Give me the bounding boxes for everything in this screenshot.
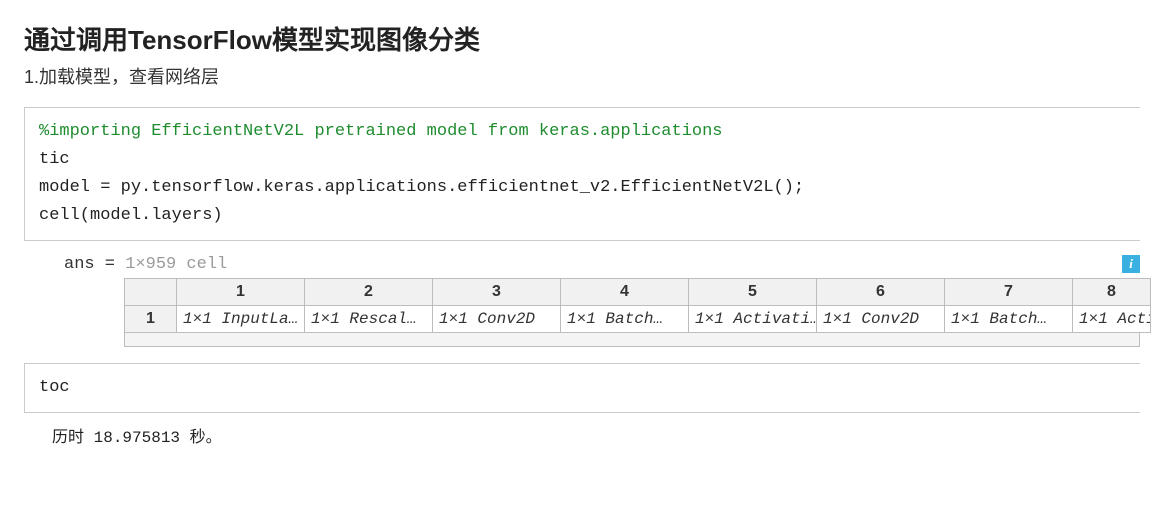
cell-value[interactable]: 1×1 Batch… [561, 306, 689, 333]
col-header[interactable]: 1 [177, 279, 305, 306]
code-line: cell(model.layers) [39, 206, 223, 225]
timing-output: 历时 18.975813 秒。 [52, 423, 1140, 447]
col-header[interactable]: 4 [561, 279, 689, 306]
cell-value[interactable]: 1×1 Rescal… [305, 306, 433, 333]
col-header[interactable]: 8 [1073, 279, 1151, 306]
page-title: 通过调用TensorFlow模型实现图像分类 [24, 20, 1140, 57]
cell-value[interactable]: 1×1 Activ [1073, 306, 1151, 333]
code-line: tic [39, 150, 70, 169]
code-cell-2[interactable]: toc [24, 363, 1140, 413]
table-corner [125, 279, 177, 306]
section-subtitle: 1.加载模型，查看网络层 [24, 63, 1140, 89]
code-comment: %importing EfficientNetV2L pretrained mo… [39, 122, 723, 141]
code-line: model = py.tensorflow.keras.applications… [39, 178, 804, 197]
col-header[interactable]: 2 [305, 279, 433, 306]
table-header-row: 1 2 3 4 5 6 7 8 [125, 279, 1151, 306]
col-header[interactable]: 6 [817, 279, 945, 306]
code-cell-1[interactable]: %importing EfficientNetV2L pretrained mo… [24, 107, 1140, 241]
col-header[interactable]: 7 [945, 279, 1073, 306]
cell-value[interactable]: 1×1 Activati… [689, 306, 817, 333]
col-header[interactable]: 3 [433, 279, 561, 306]
cell-value[interactable]: 1×1 Batch… [945, 306, 1073, 333]
output-area: i ans = 1×959 cell 1 2 3 4 5 6 7 8 1 [64, 255, 1140, 347]
code-line: toc [39, 378, 70, 397]
cell-array-table[interactable]: 1 2 3 4 5 6 7 8 1 1×1 InputLa… 1×1 Resca… [124, 278, 1151, 333]
cell-value[interactable]: 1×1 Conv2D [817, 306, 945, 333]
cell-value[interactable]: 1×1 Conv2D [433, 306, 561, 333]
cell-value[interactable]: 1×1 InputLa… [177, 306, 305, 333]
horizontal-scrollbar[interactable] [124, 333, 1140, 347]
table-row[interactable]: 1 1×1 InputLa… 1×1 Rescal… 1×1 Conv2D 1×… [125, 306, 1151, 333]
col-header[interactable]: 5 [689, 279, 817, 306]
row-header[interactable]: 1 [125, 306, 177, 333]
info-icon[interactable]: i [1122, 255, 1140, 273]
ans-line: ans = 1×959 cell [64, 255, 1140, 274]
